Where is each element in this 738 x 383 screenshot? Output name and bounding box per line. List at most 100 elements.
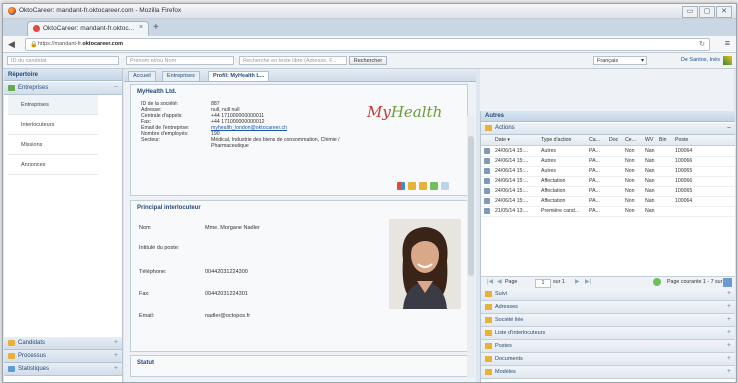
table-cell: 100064 [675,198,693,204]
col-ca[interactable]: Ca... [589,135,605,145]
table-cell: Nan [645,198,655,204]
breadcrumb-accueil[interactable]: Accueil [128,71,156,81]
table-cell: Non [625,158,635,164]
expand-icon[interactable]: + [727,366,731,378]
expand-icon[interactable]: + [727,314,731,326]
accordion-section[interactable]: Société liée + [481,314,735,327]
col-date[interactable]: Date ▾ [495,135,533,145]
col-doc[interactable]: Doc [609,135,623,145]
contact-phone: Téléphone: 00442031224300 [139,269,248,275]
actions-label: Actions [495,125,515,131]
accordion-section[interactable]: Modèles + [481,366,735,379]
breadcrumb-profile[interactable]: Profil: MyHealth L... [208,71,270,81]
col-ce[interactable]: Ce... [625,135,641,145]
building-icon [8,85,15,91]
table-cell: PA... [589,148,600,154]
expand-icon[interactable]: + [727,340,731,352]
actions-header[interactable]: Actions − [481,123,735,135]
contact-position: Intitulé du poste: [139,245,180,251]
accordion-section[interactable]: Documents + [481,353,735,366]
company-email-link[interactable]: myhealth_london@oktocareer.ch [211,125,287,131]
url-bar[interactable]: 🔒 https://mandant-fr.oktocareer.com ↻ [25,38,710,51]
export-icon[interactable] [723,278,732,287]
xing-icon[interactable] [397,182,405,190]
section-label: Liste d'interlocuteurs [495,330,546,336]
candidate-id-input[interactable]: ID du candidat [7,56,119,65]
first-page-icon[interactable]: |◀ [487,277,493,288]
linkedin-icon[interactable] [408,182,416,190]
close-button[interactable]: ✕ [716,6,732,18]
expand-icon[interactable]: + [114,363,118,375]
accordion-section[interactable]: Liste d'interlocuteurs + [481,327,735,340]
tab-bar: OktoCareer: mandant-fr.oktoc... × + [3,19,736,37]
table-cell: 100065 [675,168,693,174]
fulltext-search-input[interactable]: Recherche en texte libre (Adresse, F... [239,56,347,65]
table-cell: 100064 [675,148,693,154]
user-menu[interactable]: De Santos, Inès [681,57,720,63]
web-icon[interactable] [430,182,438,190]
table-cell: 24/06/14 15:... [495,158,529,164]
section-label: Adresses [495,304,518,310]
accordion-statistiques[interactable]: Statistiques + [4,363,122,376]
refresh-icon[interactable] [653,278,661,286]
hamburger-menu-icon[interactable]: ≡ [725,38,730,48]
user-flag-icon [723,56,732,65]
accordion-entreprises[interactable]: Entreprises − [4,82,122,95]
search-button[interactable]: Rechercher [349,56,387,65]
section-icon [485,291,492,297]
window-controls: ▭ ▢ ✕ [682,6,732,18]
expand-icon[interactable]: + [727,327,731,339]
table-cell: Non [625,168,635,174]
site-favicon-icon [33,25,40,32]
col-type[interactable]: Type d'action [541,135,585,145]
col-bin[interactable]: Bin [659,135,673,145]
section-icon [485,317,492,323]
table-cell: 100066 [675,178,693,184]
accordion-section[interactable]: Suivi + [481,288,735,301]
prev-page-icon[interactable]: ◀ [497,277,502,288]
close-tab-icon[interactable]: × [139,24,143,31]
expand-icon[interactable]: + [727,301,731,313]
section-label: Documents [495,356,523,362]
col-poste[interactable]: Poste [675,135,705,145]
last-page-icon[interactable]: ▶| [585,277,591,288]
breadcrumb-entreprises[interactable]: Entreprises [162,71,200,81]
new-tab-icon[interactable]: + [153,22,159,33]
nav-item-missions[interactable]: Missions [8,135,98,155]
expand-icon[interactable]: + [727,288,731,300]
back-arrow-icon[interactable]: ◀ [8,39,18,49]
company-card: MyHealth Ltd. ID de la société: 887 Adres… [130,84,468,196]
section-icon [485,304,492,310]
expand-icon[interactable]: + [114,337,118,349]
minimize-button[interactable]: ▭ [682,6,698,18]
reload-icon[interactable]: ↻ [699,40,705,48]
col-wv[interactable]: WV [645,135,659,145]
accordion-candidats[interactable]: Candidats + [4,337,122,350]
page-input[interactable]: 1 [535,279,551,288]
browser-tab[interactable]: OktoCareer: mandant-fr.oktoc... × [27,21,149,37]
accordion-section[interactable]: Postes + [481,340,735,353]
nav-item-annonces[interactable]: Annonces [8,155,98,175]
next-page-icon[interactable]: ▶ [575,277,580,288]
main-scrollbar[interactable] [467,116,475,378]
table-cell: Autres [541,148,556,154]
name-search-input[interactable]: Prénom et/ou Nom [126,56,234,65]
map-icon[interactable] [441,182,449,190]
collapse-icon[interactable]: − [114,82,118,94]
accordion-processus[interactable]: Processus + [4,350,122,363]
expand-icon[interactable]: + [114,350,118,362]
table-cell: Nan [645,188,655,194]
collapse-icon[interactable]: − [727,123,731,134]
accordion-section[interactable]: Adresses + [481,301,735,314]
scrollbar-thumb[interactable] [468,136,474,276]
xing-alt-icon[interactable] [419,182,427,190]
table-cell: Non [625,198,635,204]
expand-icon[interactable]: + [727,353,731,365]
company-title: MyHealth Ltd. [137,89,177,95]
nav-item-entreprises[interactable]: Entreprises [8,95,98,115]
language-select[interactable]: Français [593,56,647,65]
nav-item-interlocuteurs[interactable]: Interlocuteurs [8,115,98,135]
table-cell: Non [625,188,635,194]
table-row[interactable]: 21/05/14 13:... Première cand... PA... Non N… [481,206,735,217]
maximize-button[interactable]: ▢ [699,6,715,18]
